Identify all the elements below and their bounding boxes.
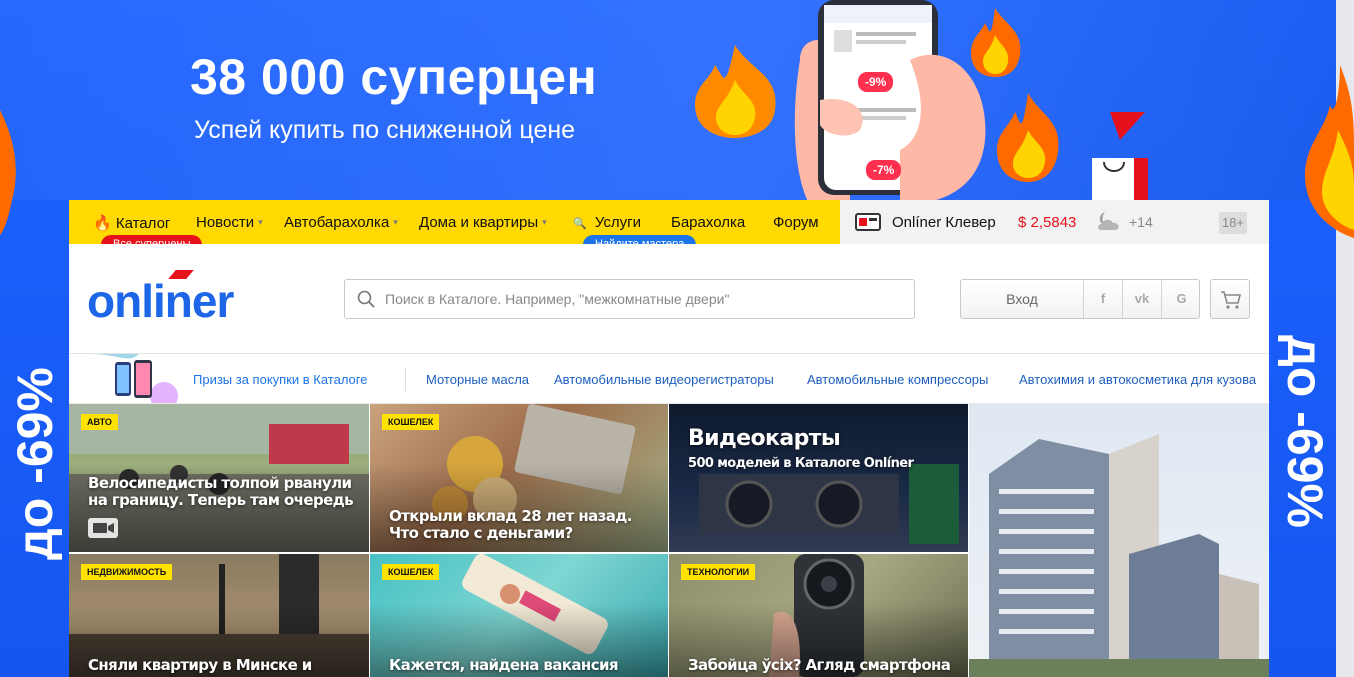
search-icon	[357, 290, 375, 308]
nav-auto[interactable]: Автобарахолка ▾	[284, 214, 398, 231]
realty-ad-tile[interactable]	[969, 404, 1269, 677]
catalog-search[interactable]	[344, 279, 915, 319]
nav-services[interactable]: 🔍 Услуги	[573, 214, 641, 231]
news-title: Забойца ўсіх? Агляд смартфона	[688, 656, 951, 674]
catalog-promo-bar: Призы за покупки в Каталоге Моторные мас…	[69, 354, 1269, 404]
login-button[interactable]: Вход	[961, 280, 1084, 318]
search-icon: 🔍	[573, 218, 587, 230]
clever-card-icon	[855, 213, 881, 231]
promo-subtitle: Успей купить по сниженной цене	[194, 116, 576, 144]
top-navigation: 🔥 Каталог Новости ▾ Автобарахолка ▾ Дома и…	[69, 200, 1269, 255]
category-badge: АВТО	[81, 414, 118, 430]
fire-icon: 🔥	[93, 215, 112, 232]
nav-forum[interactable]: Форум	[773, 214, 819, 231]
search-input[interactable]	[385, 280, 905, 318]
promo-side-text-right: до -69%	[1277, 335, 1333, 528]
news-tile[interactable]: НЕДВИЖИМОСТЬ Сняли квартиру в Минске и с…	[69, 554, 369, 677]
promo-tile-subtitle: 500 моделей в Каталоге Onlíner	[688, 456, 914, 471]
news-title: Кажется, найдена вакансия мечты.	[389, 656, 619, 677]
onliner-logo[interactable]: onliner	[87, 274, 234, 328]
nav-auto-label: Автобарахолка	[284, 214, 390, 231]
catalog-promo-tile[interactable]: Видеокарты 500 моделей в Каталоге Onlíne…	[669, 404, 968, 552]
facebook-login-icon[interactable]: f	[1084, 280, 1123, 318]
flame-icon	[1305, 65, 1354, 238]
nav-realty[interactable]: Дома и квартиры ▾	[419, 214, 547, 231]
promo-title: 38 000 суперцен	[190, 49, 598, 105]
nav-services-label: Услуги	[594, 214, 642, 231]
clever-link[interactable]: Onlíner Клевер	[892, 214, 996, 231]
news-tiles: АВТО Велосипедисты толпой рванули на гра…	[69, 404, 1269, 677]
building-photo	[969, 434, 1269, 677]
shopping-bag-icon	[1092, 112, 1148, 202]
chevron-down-icon: ▾	[393, 217, 398, 227]
currency-rate[interactable]: $ 2,5843	[1018, 214, 1076, 231]
news-title: Велосипедисты толпой рванули на границу.…	[88, 474, 354, 509]
chevron-down-icon: ▾	[258, 217, 263, 227]
promo-link-prizes[interactable]: Призы за покупки в Каталоге	[193, 372, 367, 387]
nav-news-label: Новости	[196, 214, 255, 231]
nav-catalog-label: Каталог	[115, 215, 171, 232]
nav-news[interactable]: Новости ▾	[196, 214, 263, 231]
google-login-icon[interactable]: G	[1162, 280, 1201, 318]
news-tile[interactable]: ТЕХНОЛОГИИ Забойца ўсіх? Агляд смартфона	[669, 554, 968, 677]
news-tile[interactable]: АВТО Велосипедисты толпой рванули на гра…	[69, 404, 369, 552]
weather-temperature[interactable]: +14	[1129, 214, 1153, 230]
discount-badge: -7%	[866, 160, 902, 180]
promo-side-text-left: до -69%	[7, 367, 63, 560]
nav-forum-label: Форум	[773, 214, 819, 231]
promo-tile-title: Видеокарты	[688, 426, 841, 451]
category-badge: НЕДВИЖИМОСТЬ	[81, 564, 173, 580]
category-badge: ТЕХНОЛОГИИ	[681, 564, 756, 580]
promo-link-oils[interactable]: Моторные масла	[426, 372, 529, 387]
nav-realty-label: Дома и квартиры	[419, 214, 539, 231]
flame-icon	[997, 93, 1059, 182]
nav-baraholka-label: Барахолка	[671, 214, 746, 231]
promo-link-autochem[interactable]: Автохимия и автокосметика для кузова	[1019, 372, 1256, 387]
promo-link-dashcams[interactable]: Автомобильные видеорегистраторы	[554, 372, 774, 387]
chevron-down-icon: ▾	[542, 217, 547, 227]
site-header: onliner Вход f vk G	[69, 244, 1269, 354]
site-container: 🔥 Каталог Новости ▾ Автобарахолка ▾ Дома и…	[69, 200, 1269, 677]
weather-cloud-moon-icon	[1098, 212, 1119, 230]
vk-login-icon[interactable]: vk	[1123, 280, 1162, 318]
category-badge: КОШЕЛЕК	[382, 414, 440, 430]
cart-icon	[1221, 291, 1242, 309]
promo-link-compressors[interactable]: Автомобильные компрессоры	[807, 372, 988, 387]
flame-icon	[0, 110, 16, 235]
nav-baraholka[interactable]: Барахолка	[671, 214, 745, 231]
nav-catalog[interactable]: 🔥 Каталог	[93, 214, 170, 232]
news-tile[interactable]: КОШЕЛЕК Кажется, найдена вакансия мечты.	[370, 554, 668, 677]
phones-illustration	[89, 354, 178, 403]
video-icon	[88, 518, 118, 538]
category-badge: КОШЕЛЕК	[382, 564, 440, 580]
news-title: Сняли квартиру в Минске и сильно	[88, 656, 312, 677]
login-group: Вход f vk G	[960, 279, 1200, 319]
promo-separator	[405, 367, 406, 391]
age-rating: 18+	[1219, 212, 1247, 234]
flame-icon	[695, 45, 776, 138]
news-tile[interactable]: КОШЕЛЕК Открыли вклад 28 лет назад. Что …	[370, 404, 668, 552]
news-title: Открыли вклад 28 лет назад. Что стало с …	[389, 507, 632, 542]
cart-button[interactable]	[1210, 279, 1250, 319]
discount-badge: -9%	[858, 72, 894, 92]
